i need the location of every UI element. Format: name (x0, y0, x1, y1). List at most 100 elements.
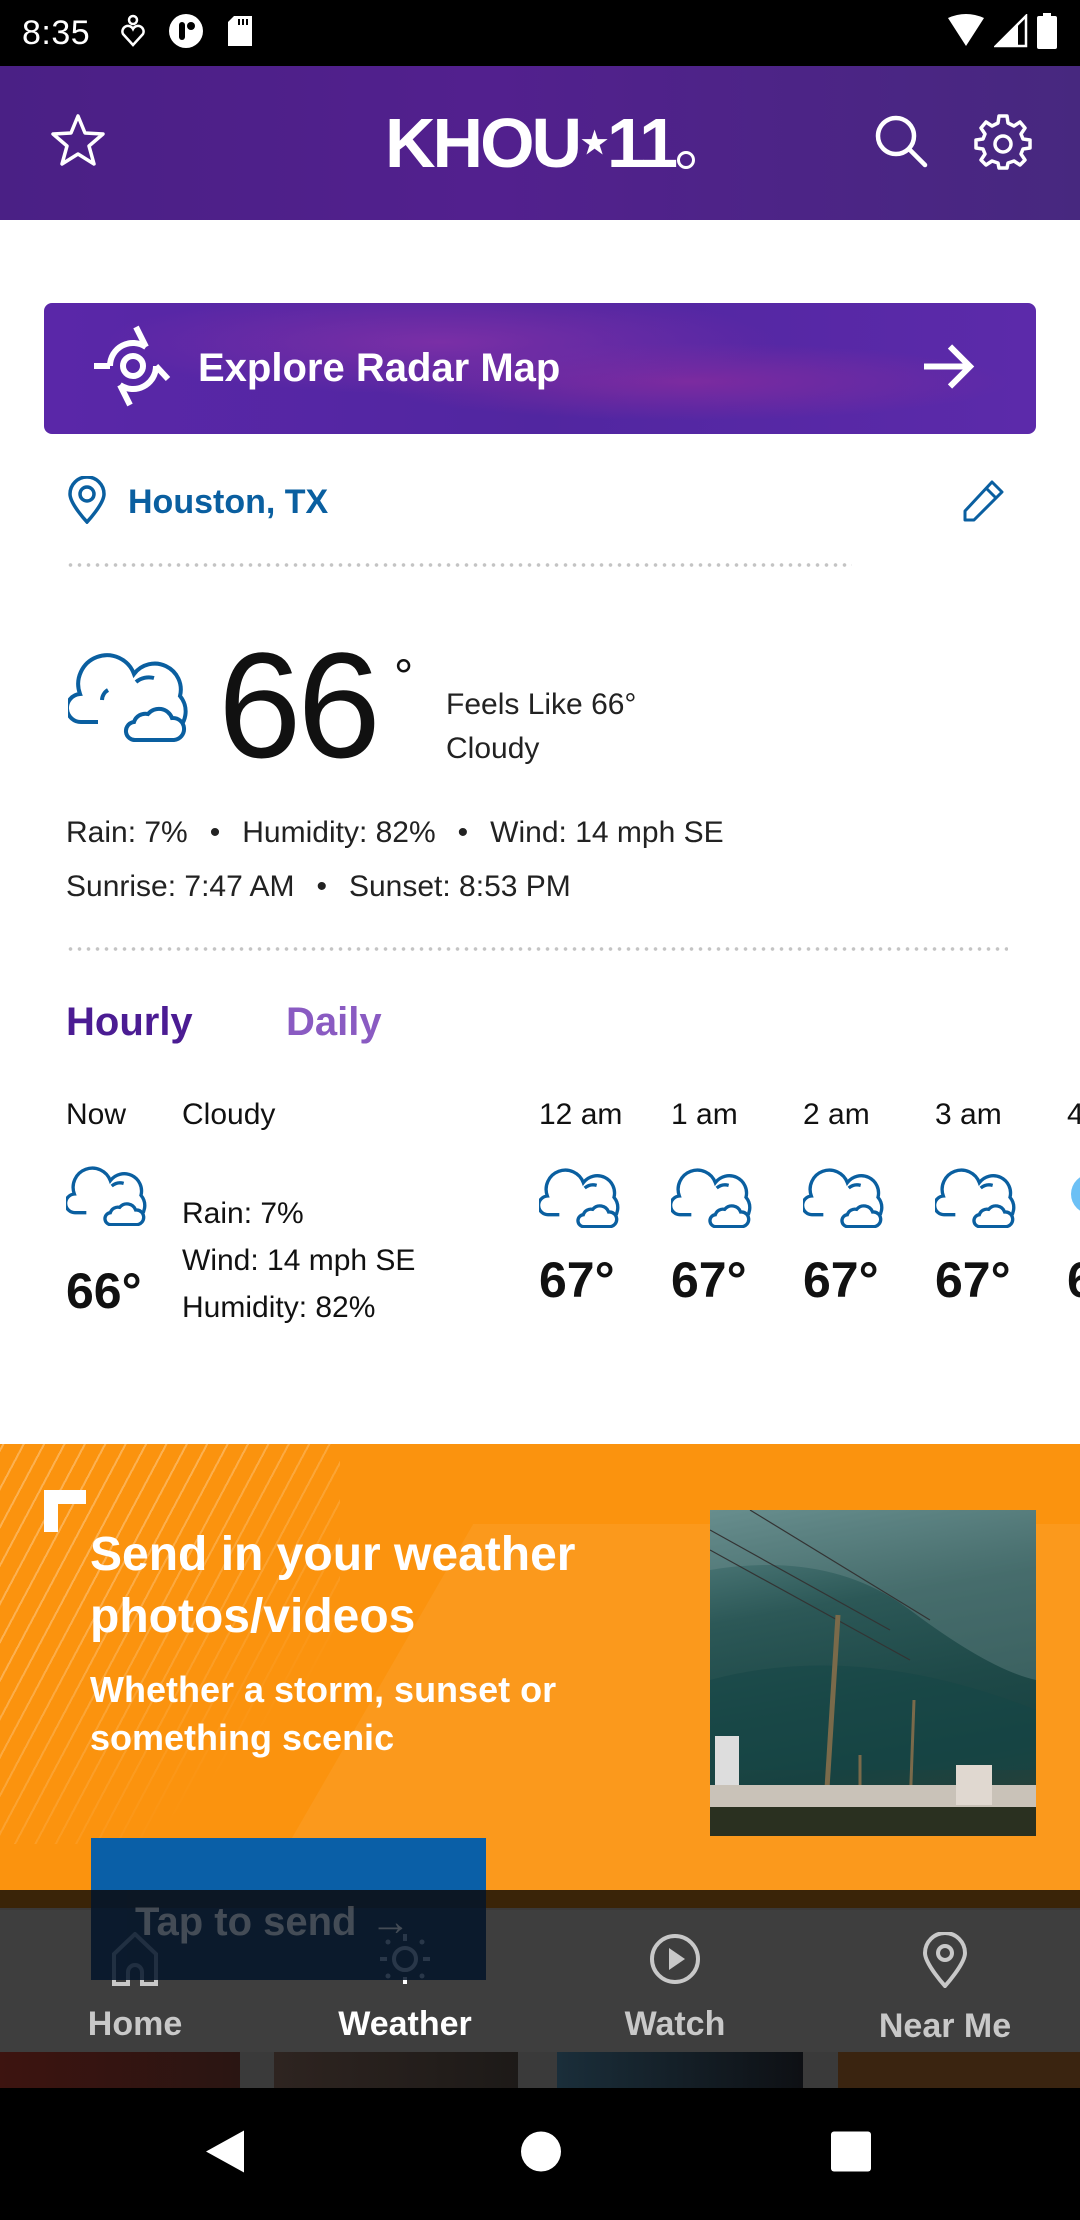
weather-photos-promo[interactable]: Send in your weather photos/videos Wheth… (0, 1444, 1080, 1890)
location-row: Houston, TX (66, 472, 1006, 532)
edit-location-button[interactable] (962, 478, 1006, 527)
sunrise-stat: Sunrise: 7:47 AM (66, 870, 295, 903)
humidity-stat: Humidity: 82% (242, 816, 436, 849)
system-navigation-bar (0, 2088, 1080, 2220)
signal-icon (992, 12, 1028, 53)
settings-button[interactable] (968, 108, 1038, 178)
storm-photo (710, 1510, 1036, 1836)
sunset-stat: Sunset: 8:53 PM (348, 870, 571, 903)
notification-app-icon (168, 13, 204, 54)
cloudy-icon (537, 1168, 649, 1233)
video-thumbnail[interactable] (838, 2052, 1080, 2088)
radar-icon (88, 321, 178, 416)
current-condition: Cloudy (446, 732, 540, 765)
hour-temp: 67° (803, 1252, 879, 1308)
cloudy-icon (64, 1166, 152, 1231)
stats-line-1: Rain: 7% • Humidity: 82% • Wind: 14 mph … (66, 816, 724, 850)
wind-stat: Wind: 14 mph SE (490, 816, 724, 849)
separator: • (316, 870, 327, 903)
nav-label: Near Me (878, 2007, 1012, 2045)
promo-subtitle: Whether a storm, sunset or something sce… (90, 1669, 557, 1758)
now-label: Now (66, 1098, 127, 1131)
nav-near-me[interactable]: Near Me (810, 1908, 1080, 2052)
rain-stat: Rain: 7% (66, 816, 188, 849)
arrow-right-icon: → (370, 1900, 411, 1944)
explore-radar-map-button[interactable]: Explore Radar Map (44, 303, 1036, 434)
promo-title: Send in your weather photos/videos (90, 1528, 576, 1643)
hourly-item[interactable]: 12 am 67° (537, 1098, 649, 1309)
hour-temp: 67° (935, 1252, 1011, 1308)
battery-icon (1036, 12, 1058, 54)
tap-to-send-overlay: Tap to send → (91, 1890, 486, 1980)
video-thumbnail[interactable] (0, 2052, 240, 2088)
play-circle-icon (648, 1932, 702, 1991)
radar-label: Explore Radar Map (198, 346, 561, 390)
hour-temp: 6 (1067, 1251, 1080, 1309)
location-name[interactable]: Houston, TX (128, 483, 328, 522)
cloudy-icon (801, 1168, 913, 1233)
nav-watch[interactable]: Watch (540, 1908, 810, 2052)
khou-logo: KHOU ★ 11 (384, 103, 696, 183)
hour-time: 1 am (671, 1098, 738, 1131)
cloudy-icon (64, 652, 196, 747)
now-details: Rain: 7% Wind: 14 mph SE Humidity: 82% (182, 1190, 415, 1331)
logo-star: ★ (581, 126, 608, 160)
star-icon (48, 112, 108, 175)
hour-time: 3 am (935, 1098, 1002, 1131)
cloudy-icon (933, 1168, 1045, 1233)
hour-time: 2 am (803, 1098, 870, 1131)
cbs-eye-icon (677, 151, 696, 169)
video-thumbnail[interactable] (557, 2052, 803, 2088)
divider (66, 563, 852, 567)
video-thumbnail-strip (0, 2052, 1080, 2088)
logo-text: KHOU (384, 104, 582, 182)
status-time: 8:35 (22, 13, 91, 52)
hour-temp: 67° (671, 1252, 747, 1308)
hourly-item[interactable]: 1 am 67° (669, 1098, 781, 1309)
partly-cloudy-icon (1067, 1168, 1080, 1233)
gear-icon (974, 112, 1032, 175)
separator: • (457, 816, 469, 849)
feels-like: Feels Like 66° (446, 688, 637, 721)
video-thumbnail[interactable] (274, 2052, 518, 2088)
now-rain: Rain: 7% (182, 1197, 304, 1230)
map-pin-icon (922, 1931, 968, 1993)
location-heart-icon (120, 14, 146, 53)
search-icon (872, 112, 930, 175)
now-condition: Cloudy (182, 1098, 276, 1131)
status-bar: 8:35 (0, 0, 1080, 66)
hourly-item[interactable]: 4 6 (1067, 1098, 1080, 1309)
corner-bracket-icon (44, 1490, 86, 1532)
current-temperature: 66 (218, 621, 381, 789)
now-temperature: 66° (66, 1263, 142, 1319)
hour-time: 4 (1067, 1098, 1080, 1131)
now-humidity: Humidity: 82% (182, 1291, 376, 1324)
tap-to-send-text: Tap to send (135, 1900, 357, 1944)
hourly-item[interactable]: 2 am 67° (801, 1098, 913, 1309)
nav-label: Home (87, 2005, 183, 2043)
sd-card-icon (226, 14, 254, 53)
hour-temp: 67° (539, 1252, 615, 1308)
stats-line-2: Sunrise: 7:47 AM • Sunset: 8:53 PM (66, 870, 571, 904)
separator: • (209, 816, 221, 849)
recents-icon[interactable] (830, 2131, 872, 2178)
divider (66, 947, 1008, 951)
nav-label: Weather (338, 2005, 472, 2043)
cloudy-icon (669, 1168, 781, 1233)
tap-to-send-label: Tap to send → (135, 1900, 410, 1945)
hourly-item[interactable]: 3 am 67° (933, 1098, 1045, 1309)
hour-time: 12 am (539, 1098, 623, 1131)
tab-daily[interactable]: Daily (286, 1000, 382, 1045)
wifi-icon (946, 13, 986, 53)
app-header: KHOU ★ 11 (0, 66, 1080, 220)
back-icon[interactable] (204, 2129, 246, 2180)
home-circle-icon[interactable] (520, 2131, 562, 2178)
arrow-right-icon (920, 342, 976, 395)
nav-label: Watch (624, 2005, 726, 2043)
degree-symbol: ° (394, 651, 414, 704)
pencil-icon (962, 480, 1006, 526)
tab-hourly[interactable]: Hourly (66, 1000, 193, 1045)
favorite-button[interactable] (43, 108, 113, 178)
search-button[interactable] (866, 108, 936, 178)
now-wind: Wind: 14 mph SE (182, 1244, 416, 1277)
